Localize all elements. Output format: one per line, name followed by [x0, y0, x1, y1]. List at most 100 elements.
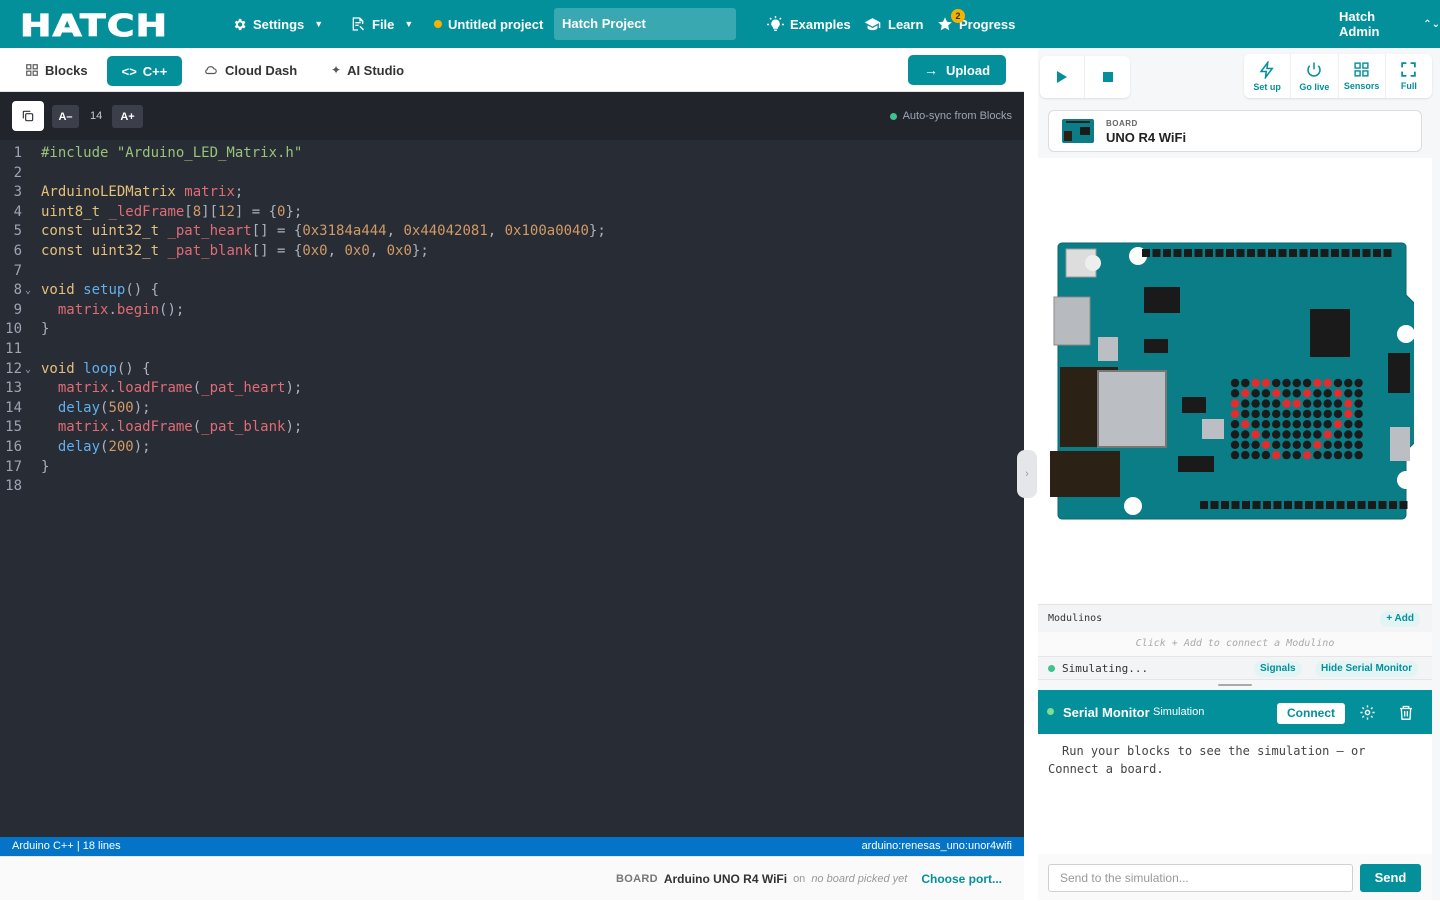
- code-line[interactable]: 6 const uint32_t _pat_blank[] = {0x0, 0x0…: [0, 242, 1024, 262]
- tool-sensors-label: Sensors: [1343, 81, 1380, 91]
- user-menu[interactable]: Hatch Admin ⌃⌄: [1339, 0, 1440, 48]
- add-modulino-button[interactable]: + Add: [1380, 611, 1420, 627]
- code-line[interactable]: 3 ArduinoLEDMatrix matrix;: [0, 183, 1024, 203]
- code-token: #include "Arduino_LED_Matrix.h": [41, 145, 303, 161]
- project-name-input[interactable]: Hatch Project: [554, 8, 736, 40]
- serial-status-dot: [1047, 708, 1054, 715]
- tab-cloud-dash[interactable]: Cloud Dash: [203, 48, 297, 92]
- tab-cpp[interactable]: <> C++: [107, 56, 182, 86]
- code-line[interactable]: 11: [0, 340, 1024, 360]
- modulino-hint: Click + Add to connect a Modulino: [1038, 632, 1432, 656]
- tool-set-up[interactable]: Set up: [1244, 54, 1290, 98]
- code-text: const uint32_t _pat_heart[] = {0x3184a44…: [41, 222, 606, 242]
- serial-resize-handle[interactable]: [1218, 684, 1252, 686]
- code-token: void: [41, 360, 84, 377]
- code-token: 12: [218, 203, 235, 220]
- settings-menu[interactable]: Settings ▼: [232, 0, 323, 48]
- code-line[interactable]: 12 ⌄ void loop() {: [0, 360, 1024, 380]
- code-text: matrix.loadFrame(_pat_blank);: [41, 418, 302, 438]
- play-icon: [1057, 71, 1067, 83]
- board-selector[interactable]: BOARD UNO R4 WiFi: [1048, 110, 1422, 152]
- line-number: 10: [5, 321, 22, 338]
- gear-icon[interactable]: [1359, 704, 1376, 721]
- code-line[interactable]: 10}: [0, 320, 1024, 340]
- simulation-canvas[interactable]: [1038, 158, 1432, 604]
- code-line[interactable]: 18: [0, 477, 1024, 497]
- code-line[interactable]: 17}: [0, 458, 1024, 478]
- tool-full[interactable]: Full: [1384, 54, 1432, 98]
- serial-message: Run your blocks to see the simulation — …: [1048, 744, 1366, 776]
- code-line[interactable]: 8 ⌄ void setup() {: [0, 281, 1024, 301]
- play-button[interactable]: [1040, 56, 1085, 98]
- line-number: 9: [13, 301, 22, 318]
- upload-button[interactable]: → Upload: [908, 55, 1006, 85]
- line-number: 2: [13, 164, 22, 181]
- code-line[interactable]: 9 matrix.begin();: [0, 301, 1024, 321]
- serial-send-button[interactable]: Send: [1360, 864, 1421, 892]
- code-token: delay: [57, 438, 101, 455]
- examples-button[interactable]: Examples: [767, 0, 851, 48]
- code-token: (: [192, 419, 202, 436]
- font-decrease-button[interactable]: A–: [52, 105, 79, 128]
- code-line[interactable]: 7: [0, 262, 1024, 282]
- code-token: .: [108, 380, 117, 397]
- code-line[interactable]: 14 delay(500);: [0, 399, 1024, 419]
- code-token: loop: [83, 360, 117, 377]
- fold-chevron-icon[interactable]: ⌄: [25, 360, 31, 380]
- stop-button[interactable]: [1085, 56, 1130, 98]
- serial-connect-button[interactable]: Connect: [1277, 703, 1345, 724]
- power-icon: [1307, 62, 1322, 77]
- trash-icon[interactable]: [1398, 704, 1414, 721]
- tool-go-live[interactable]: Go live: [1290, 54, 1337, 98]
- signals-button[interactable]: Signals: [1254, 661, 1302, 677]
- chevron-updown-icon: ⌃⌄: [1423, 18, 1440, 30]
- tab-ai-studio[interactable]: ✦ AI Studio: [331, 48, 404, 92]
- sim-status-text: Simulating...: [1062, 662, 1149, 675]
- learn-button[interactable]: Learn: [863, 0, 923, 48]
- code-token: matrix: [184, 184, 235, 201]
- copy-code-button[interactable]: [12, 101, 44, 131]
- code-token: _pat_blank: [167, 242, 252, 259]
- hatch-logo[interactable]: HATCH: [19, 9, 168, 45]
- code-token: 8: [192, 203, 202, 220]
- line-number: 1: [13, 145, 22, 161]
- code-line[interactable]: 15 matrix.loadFrame(_pat_blank);: [0, 418, 1024, 438]
- serial-send-row: Send to the simulation... Send: [1038, 854, 1432, 900]
- code-token: ,: [327, 242, 345, 259]
- code-token: uint8_t: [41, 203, 109, 220]
- code-line[interactable]: 4 uint8_t _ledFrame[8][12] = {0};: [0, 203, 1024, 223]
- file-icon: [352, 17, 364, 31]
- font-increase-button[interactable]: A+: [112, 105, 143, 128]
- code-token: );: [285, 380, 303, 397]
- hide-serial-monitor-button[interactable]: Hide Serial Monitor: [1315, 661, 1419, 677]
- arrow-right-icon: →: [923, 62, 938, 78]
- code-token: ,: [369, 242, 387, 259]
- code-line[interactable]: 13 matrix.loadFrame(_pat_heart);: [0, 379, 1024, 399]
- code-token: const uint32_t: [41, 242, 168, 259]
- code-area[interactable]: 1 #include "Arduino_LED_Matrix.h" 2 3 Arduin…: [0, 144, 1024, 497]
- line-number: 12: [5, 360, 22, 377]
- footer-board-caption: BOARD: [616, 873, 658, 885]
- code-line[interactable]: 5 const uint32_t _pat_heart[] = {0x3184a4…: [0, 222, 1024, 242]
- settings-label: Settings: [253, 16, 305, 32]
- file-menu[interactable]: File ▼: [350, 0, 413, 48]
- tool-sensors[interactable]: Sensors: [1337, 54, 1385, 98]
- tab-blocks[interactable]: Blocks: [25, 48, 88, 92]
- code-line[interactable]: 16 delay(200);: [0, 438, 1024, 458]
- code-line[interactable]: 2: [0, 164, 1024, 184]
- sparkle-icon: ✦: [331, 63, 342, 77]
- panel-resize-handle[interactable]: ›: [1017, 450, 1037, 498]
- code-line[interactable]: 1 #include "Arduino_LED_Matrix.h": [0, 144, 1024, 164]
- line-number: 4: [13, 203, 22, 220]
- progress-badge: 2: [951, 9, 965, 23]
- line-number: 16: [5, 438, 22, 455]
- serial-send-input[interactable]: Send to the simulation...: [1048, 864, 1353, 892]
- code-token: );: [133, 399, 151, 416]
- fold-chevron-icon[interactable]: ⌄: [25, 281, 31, 301]
- arduino-board-render[interactable]: [1048, 241, 1414, 523]
- choose-port-link[interactable]: Choose port...: [921, 872, 1002, 886]
- code-editor[interactable]: A– 14 A+ Auto-sync from Blocks 1 #include…: [0, 92, 1024, 837]
- progress-button[interactable]: 2 Progress: [937, 0, 1015, 48]
